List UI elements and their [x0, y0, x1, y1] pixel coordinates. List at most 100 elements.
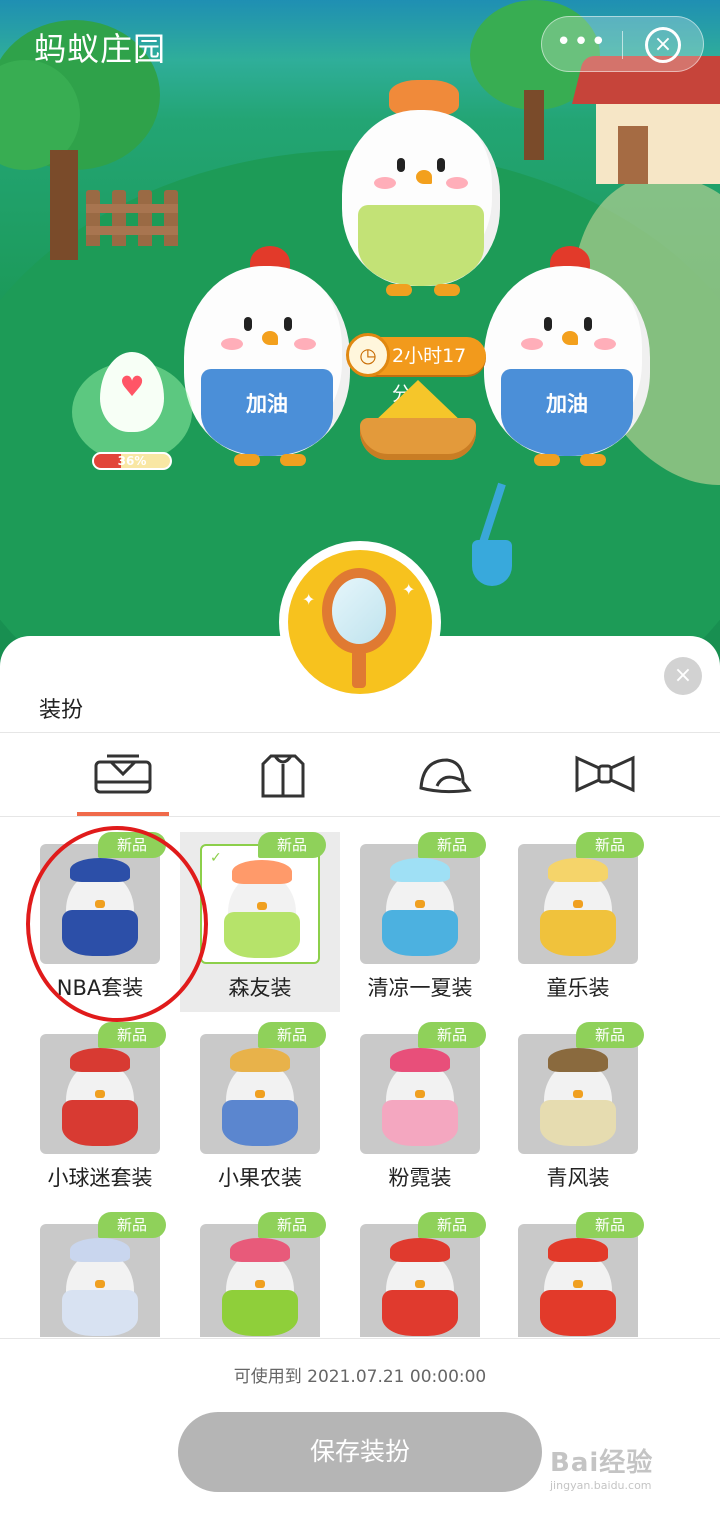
sheet-close-icon[interactable]: × — [664, 657, 702, 695]
close-icon[interactable]: × — [645, 27, 681, 63]
outfit-garment — [540, 1100, 616, 1146]
outfit-item[interactable]: 新品 清凉一夏装 — [340, 832, 500, 1012]
new-badge: 新品 — [258, 1212, 326, 1238]
dress-up-sheet: 装扮 × 新品 NBA套装 ✓ 新品 森友装 新品 清凉一夏装 新品 童乐装 新… — [0, 636, 720, 1514]
outfit-thumbnail — [200, 1224, 320, 1337]
outfit-item[interactable]: 新品 — [20, 1212, 180, 1337]
beak — [95, 900, 105, 908]
beak — [415, 1090, 425, 1098]
sheet-title: 装扮 — [39, 698, 84, 723]
beak — [415, 1280, 425, 1288]
tab-jacket[interactable] — [233, 732, 333, 816]
outfit-garment — [382, 1100, 458, 1146]
divider — [0, 816, 720, 817]
outfit-icon — [94, 754, 152, 794]
app-title: 蚂蚁庄园 — [34, 30, 167, 68]
outfit-item[interactable]: 新品 青风装 — [498, 1022, 658, 1202]
outfit-hat — [70, 1048, 130, 1072]
outfit-item[interactable]: 新品 NBA套装 — [20, 832, 180, 1012]
watermark-url: jingyan.baidu.com — [550, 1479, 652, 1492]
outfit-label: 青风装 — [546, 1166, 610, 1190]
baidu-watermark: Bai经验 jingyan.baidu.com — [550, 1442, 710, 1502]
tab-accessory[interactable] — [553, 732, 653, 816]
outfit-garment — [62, 910, 138, 956]
new-badge: 新品 — [418, 1022, 486, 1048]
outfit-garment — [382, 910, 458, 956]
heart-icon: ♥ — [119, 370, 145, 403]
divider — [0, 1338, 720, 1339]
outfit-hat — [390, 1238, 450, 1262]
beak — [415, 900, 425, 908]
outfit-item[interactable]: 新品 小果农装 — [180, 1022, 340, 1202]
love-egg[interactable]: ♥ 36% — [72, 352, 192, 472]
outfit-thumbnail — [200, 1034, 320, 1154]
new-badge: 新品 — [98, 1212, 166, 1238]
outfit-item[interactable]: 新品 — [498, 1212, 658, 1337]
outfit-item[interactable]: 新品 — [340, 1212, 500, 1337]
shovel-icon[interactable] — [468, 482, 528, 594]
outfit-grid: 新品 NBA套装 ✓ 新品 森友装 新品 清凉一夏装 新品 童乐装 新品 小球迷套装 新品 小果农装 新品… — [0, 832, 720, 1337]
food-tray — [360, 418, 476, 460]
beak — [255, 1280, 265, 1288]
validity-text: 可使用到 2021.07.21 00:00:00 — [233, 1367, 487, 1387]
more-button[interactable]: ••• — [542, 17, 622, 73]
bow-icon — [575, 755, 635, 793]
tab-outfit[interactable] — [73, 732, 173, 816]
friend-chick[interactable] — [342, 80, 500, 296]
new-badge: 新品 — [98, 832, 166, 858]
save-outfit-button[interactable]: 保存装扮 — [178, 1412, 542, 1492]
new-badge: 新品 — [576, 1212, 644, 1238]
outfit-label: NBA套装 — [56, 976, 144, 1000]
outfit-label: 清凉一夏装 — [367, 976, 473, 1000]
fence — [86, 190, 178, 246]
overall-text-right: 加油 — [545, 391, 588, 416]
player-chick-left[interactable]: 加油 — [184, 246, 350, 466]
dress-up-mirror-button[interactable]: ✦ ✦ — [279, 541, 441, 703]
outfit-thumbnail — [518, 844, 638, 964]
outfit-thumbnail — [360, 1034, 480, 1154]
beak — [257, 902, 267, 910]
new-badge: 新品 — [576, 832, 644, 858]
outfit-garment — [222, 1100, 298, 1146]
outfit-garment — [62, 1100, 138, 1146]
category-tabs — [0, 732, 720, 816]
beak — [95, 1090, 105, 1098]
outfit-item[interactable]: 新品 小球迷套装 — [20, 1022, 180, 1202]
outfit-thumbnail — [518, 1224, 638, 1337]
outfit-thumbnail: ✓ — [200, 844, 320, 964]
outfit-garment — [222, 1290, 298, 1336]
outfit-hat — [548, 858, 608, 882]
outfit-garment — [224, 912, 300, 958]
outfit-item[interactable]: 新品 — [180, 1212, 340, 1337]
sheet-footer: 可使用到 2021.07.21 00:00:00 保存装扮 Bai经验 jing… — [0, 1338, 720, 1514]
outfit-label: 小球迷套装 — [47, 1166, 153, 1190]
jacket-icon — [261, 754, 305, 798]
outfit-hat — [390, 858, 450, 882]
outfit-thumbnail — [40, 844, 160, 964]
egg-progress-text: 36% — [117, 454, 147, 468]
food-bowl[interactable] — [360, 380, 476, 460]
new-badge: 新品 — [418, 1212, 486, 1238]
outfit-item[interactable]: ✓ 新品 森友装 — [180, 832, 340, 1012]
mini-program-capsule: ••• × — [541, 16, 704, 72]
player-chick-right[interactable]: 加油 — [484, 246, 650, 466]
tab-hat[interactable] — [393, 732, 493, 816]
beak — [573, 1090, 583, 1098]
farm-house[interactable] — [572, 56, 720, 186]
outfit-garment — [540, 1290, 616, 1336]
hat-icon — [419, 758, 472, 794]
feed-timer: ◷ 2小时17分 — [346, 333, 486, 405]
outfit-label: 粉霓装 — [388, 1166, 452, 1190]
outfit-item[interactable]: 新品 童乐装 — [498, 832, 658, 1012]
outfit-label: 森友装 — [228, 976, 292, 1000]
outfit-item[interactable]: 新品粉霓装 — [340, 1022, 500, 1202]
outfit-label: 小果农装 — [218, 1166, 302, 1190]
watermark-brand: Bai经验 — [550, 1448, 654, 1478]
outfit-thumbnail — [40, 1034, 160, 1154]
outfit-hat — [230, 1238, 290, 1262]
outfit-hat — [70, 858, 130, 882]
beak — [95, 1280, 105, 1288]
outfit-thumbnail — [40, 1224, 160, 1337]
beak — [255, 1090, 265, 1098]
outfit-thumbnail — [360, 844, 480, 964]
